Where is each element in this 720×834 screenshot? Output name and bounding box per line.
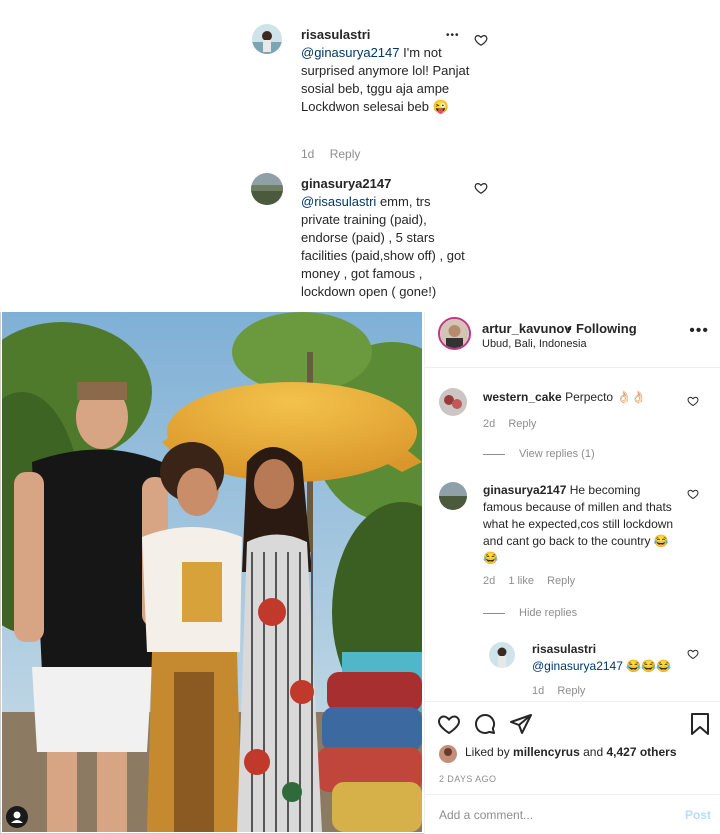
add-comment-bar: Add a comment... Post	[425, 794, 720, 834]
bookmark-icon[interactable]	[689, 712, 711, 736]
reply-button[interactable]: Reply	[330, 147, 361, 161]
comment-bubble-icon[interactable]	[473, 712, 497, 736]
comment-text: ginasurya2147 He becoming famous because…	[483, 482, 678, 567]
comment-text: @risasulastri emm, trs private training …	[301, 193, 471, 301]
reply-button[interactable]: Reply	[547, 575, 575, 587]
likes-prefix: Liked by	[465, 745, 510, 759]
like-heart-icon[interactable]	[687, 648, 699, 660]
reply-button[interactable]: Reply	[557, 685, 585, 697]
like-heart-icon[interactable]	[437, 712, 461, 736]
avatar[interactable]	[489, 642, 515, 668]
comment-body: 😂😂😂	[626, 659, 672, 673]
mention-link[interactable]: @ginasurya2147	[532, 659, 623, 673]
comment-time: 2d	[483, 418, 496, 430]
comment-input[interactable]: Add a comment...	[439, 808, 533, 822]
post-side-panel: artur_kavunov • Following Ubud, Bali, In…	[424, 312, 720, 834]
share-send-icon[interactable]	[509, 712, 533, 736]
post-photo[interactable]	[2, 312, 422, 832]
comment-time: 2d	[483, 575, 496, 587]
comment-username[interactable]: western_cake	[483, 390, 562, 404]
like-heart-icon[interactable]	[687, 488, 699, 500]
replies-line	[483, 453, 505, 455]
comment-text: @ginasurya2147 I'm not surprised anymore…	[301, 44, 476, 116]
post-header: artur_kavunov • Following Ubud, Bali, In…	[425, 312, 720, 368]
avatar[interactable]	[439, 482, 467, 510]
post-author-avatar[interactable]	[438, 317, 471, 350]
comment-meta: 2d Reply	[483, 418, 546, 430]
comment-meta: 1d Reply	[532, 685, 595, 697]
replies-label: Hide replies	[519, 607, 578, 619]
comment-body: Perpecto 👌🏻👌🏻	[565, 390, 647, 404]
comment-likes[interactable]: 1 like	[508, 575, 534, 587]
reply-button[interactable]: Reply	[508, 418, 536, 430]
avatar[interactable]	[252, 24, 282, 54]
replies-label: View replies (1)	[519, 448, 595, 460]
comment-time: 1d	[532, 685, 545, 697]
mention-link[interactable]: @ginasurya2147	[301, 45, 399, 60]
top-comments-panel: risasulastri ••• @ginasurya2147 I'm not …	[0, 0, 720, 312]
post-image	[2, 312, 422, 832]
comment-meta: 1d Reply	[301, 147, 372, 161]
hide-replies-toggle[interactable]: Hide replies	[483, 607, 577, 619]
following-button[interactable]: Following	[576, 321, 637, 336]
post-date[interactable]: 2 DAYS AGO	[439, 774, 496, 784]
like-heart-icon[interactable]	[474, 33, 488, 47]
comment-meta: 2d 1 like Reply	[483, 575, 585, 587]
user-tags-icon[interactable]	[6, 806, 28, 828]
like-heart-icon[interactable]	[687, 395, 699, 407]
likes-count[interactable]: 4,427 others	[606, 745, 676, 759]
reply-text: risasulastri @ginasurya2147 😂😂😂	[532, 641, 682, 675]
likes-summary: Liked by millencyrus and 4,427 others	[465, 745, 677, 759]
post-location[interactable]: Ubud, Bali, Indonesia	[482, 338, 587, 350]
comment-username[interactable]: risasulastri	[301, 27, 370, 42]
avatar[interactable]	[251, 173, 283, 205]
more-options-icon[interactable]: •••	[689, 322, 709, 340]
likes-and: and	[583, 745, 604, 759]
separator-dot: •	[567, 321, 572, 336]
post-author-username[interactable]: artur_kavunov	[482, 321, 572, 336]
comment-username[interactable]: risasulastri	[532, 641, 682, 658]
post-button[interactable]: Post	[685, 808, 711, 822]
view-replies-toggle[interactable]: View replies (1)	[483, 448, 595, 460]
avatar[interactable]	[439, 388, 467, 416]
liker-avatar[interactable]	[439, 745, 457, 763]
more-options-icon[interactable]: •••	[446, 30, 460, 41]
replies-line	[483, 612, 505, 614]
like-heart-icon[interactable]	[474, 181, 488, 195]
comment-username[interactable]: ginasurya2147	[483, 483, 566, 497]
liker-username[interactable]: millencyrus	[513, 745, 580, 759]
post-actions: Liked by millencyrus and 4,427 others 2 …	[425, 701, 720, 834]
comment-time: 1d	[301, 147, 315, 161]
comment-text: western_cake Perpecto 👌🏻👌🏻	[483, 389, 683, 406]
comment-body: emm, trs private training (paid), endors…	[301, 194, 465, 299]
comment-username[interactable]: ginasurya2147	[301, 176, 391, 191]
mention-link[interactable]: @risasulastri	[301, 194, 376, 209]
